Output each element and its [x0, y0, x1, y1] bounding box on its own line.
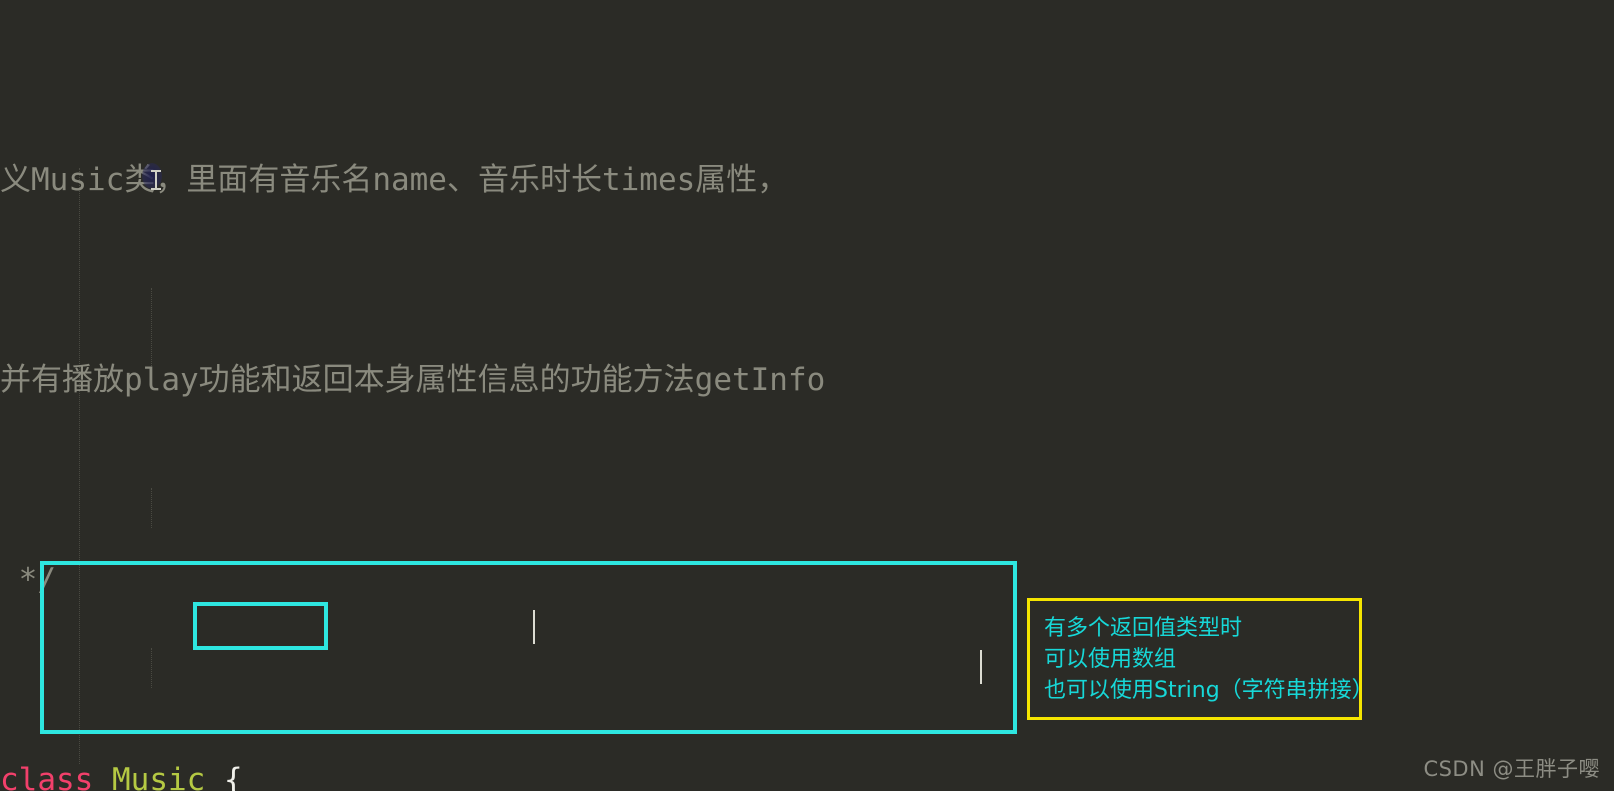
annotation-note-box: 有多个返回值类型时 可以使用数组 也可以使用String（字符串拼接） [1027, 598, 1362, 720]
mouse-hover-blob [142, 163, 162, 189]
keyword-class: class [0, 762, 94, 791]
note-line-2: 可以使用数组 [1044, 647, 1177, 672]
code-editor-canvas: 义Music类，里面有音乐名name、音乐时长times属性， 并有播放play… [0, 0, 1614, 791]
code-line-2: 并有播放play功能和返回本身属性信息的功能方法getInfo [0, 360, 1614, 400]
comment-text: 义Music类，里面有音乐名name、音乐时长times属性， [0, 162, 789, 198]
class-name-music: Music [112, 762, 206, 791]
code-line-3: */ [0, 560, 1614, 600]
text-cursor-icon [151, 170, 161, 190]
comment-close-token: */ [0, 562, 56, 598]
text-caret [533, 610, 535, 644]
csdn-watermark: CSDN @王胖子嘤 [1423, 757, 1600, 781]
brace-open: { [224, 762, 243, 791]
comment-text: 并有播放play功能和返回本身属性信息的功能方法getInfo [0, 362, 826, 398]
code-line-1: 义Music类，里面有音乐名name、音乐时长times属性， [0, 160, 1614, 200]
note-line-1: 有多个返回值类型时 [1044, 616, 1243, 641]
code-block[interactable]: 义Music类，里面有音乐名name、音乐时长times属性， 并有播放play… [0, 0, 1614, 791]
text-caret-secondary [980, 650, 982, 684]
code-line-4: class Music { [0, 760, 1614, 791]
note-line-3: 也可以使用String（字符串拼接） [1044, 678, 1362, 703]
